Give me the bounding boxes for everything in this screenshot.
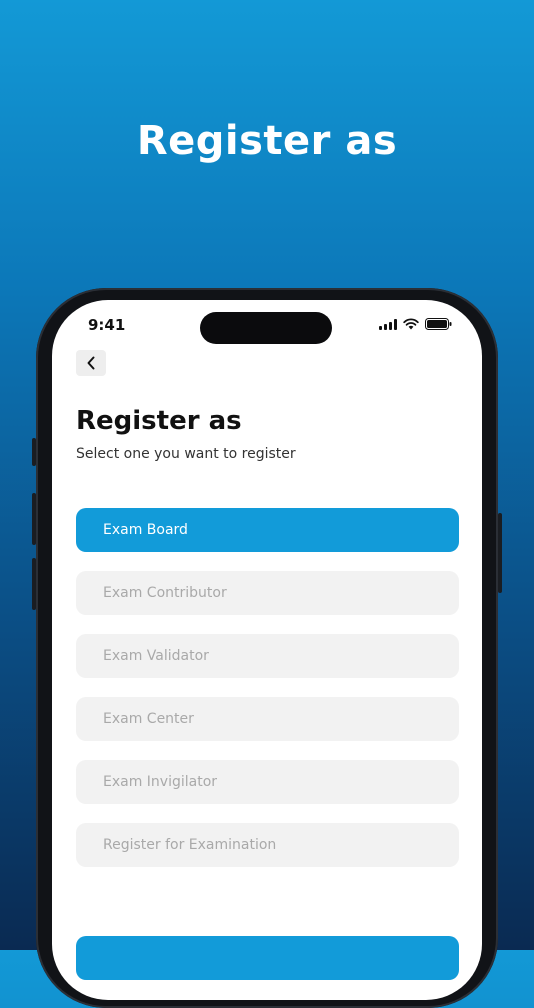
back-button[interactable]: [76, 350, 106, 376]
phone-volume-up-button: [32, 493, 36, 545]
option-exam-validator[interactable]: Exam Validator: [76, 634, 459, 678]
battery-icon: [425, 318, 452, 330]
option-label: Exam Center: [103, 711, 194, 727]
option-label: Exam Invigilator: [103, 774, 218, 790]
option-exam-contributor[interactable]: Exam Contributor: [76, 571, 459, 615]
page-subtitle: Select one you want to register: [76, 446, 296, 462]
signal-icon: [379, 318, 397, 330]
wifi-icon: [403, 318, 419, 330]
option-label: Register for Examination: [103, 837, 277, 853]
phone-volume-down-button: [32, 558, 36, 610]
chevron-left-icon: [87, 356, 95, 370]
phone-frame: 9:41 Register as Select one you want to …: [32, 288, 502, 1008]
option-exam-board[interactable]: Exam Board: [76, 508, 459, 552]
status-time: 9:41: [88, 316, 126, 334]
phone-power-button: [498, 513, 502, 593]
option-label: Exam Board: [103, 522, 188, 538]
promo-headline: Register as: [136, 118, 398, 164]
option-exam-center[interactable]: Exam Center: [76, 697, 459, 741]
option-label: Exam Contributor: [103, 585, 227, 601]
option-register-for-examination[interactable]: Register for Examination: [76, 823, 459, 867]
option-exam-invigilator[interactable]: Exam Invigilator: [76, 760, 459, 804]
continue-button[interactable]: [76, 936, 459, 980]
option-label: Exam Validator: [103, 648, 209, 664]
page-title: Register as: [76, 406, 242, 436]
status-icons: [379, 318, 452, 330]
phone-action-button: [32, 438, 36, 466]
phone-screen: 9:41 Register as Select one you want to …: [52, 300, 482, 1000]
dynamic-island: [200, 312, 332, 344]
